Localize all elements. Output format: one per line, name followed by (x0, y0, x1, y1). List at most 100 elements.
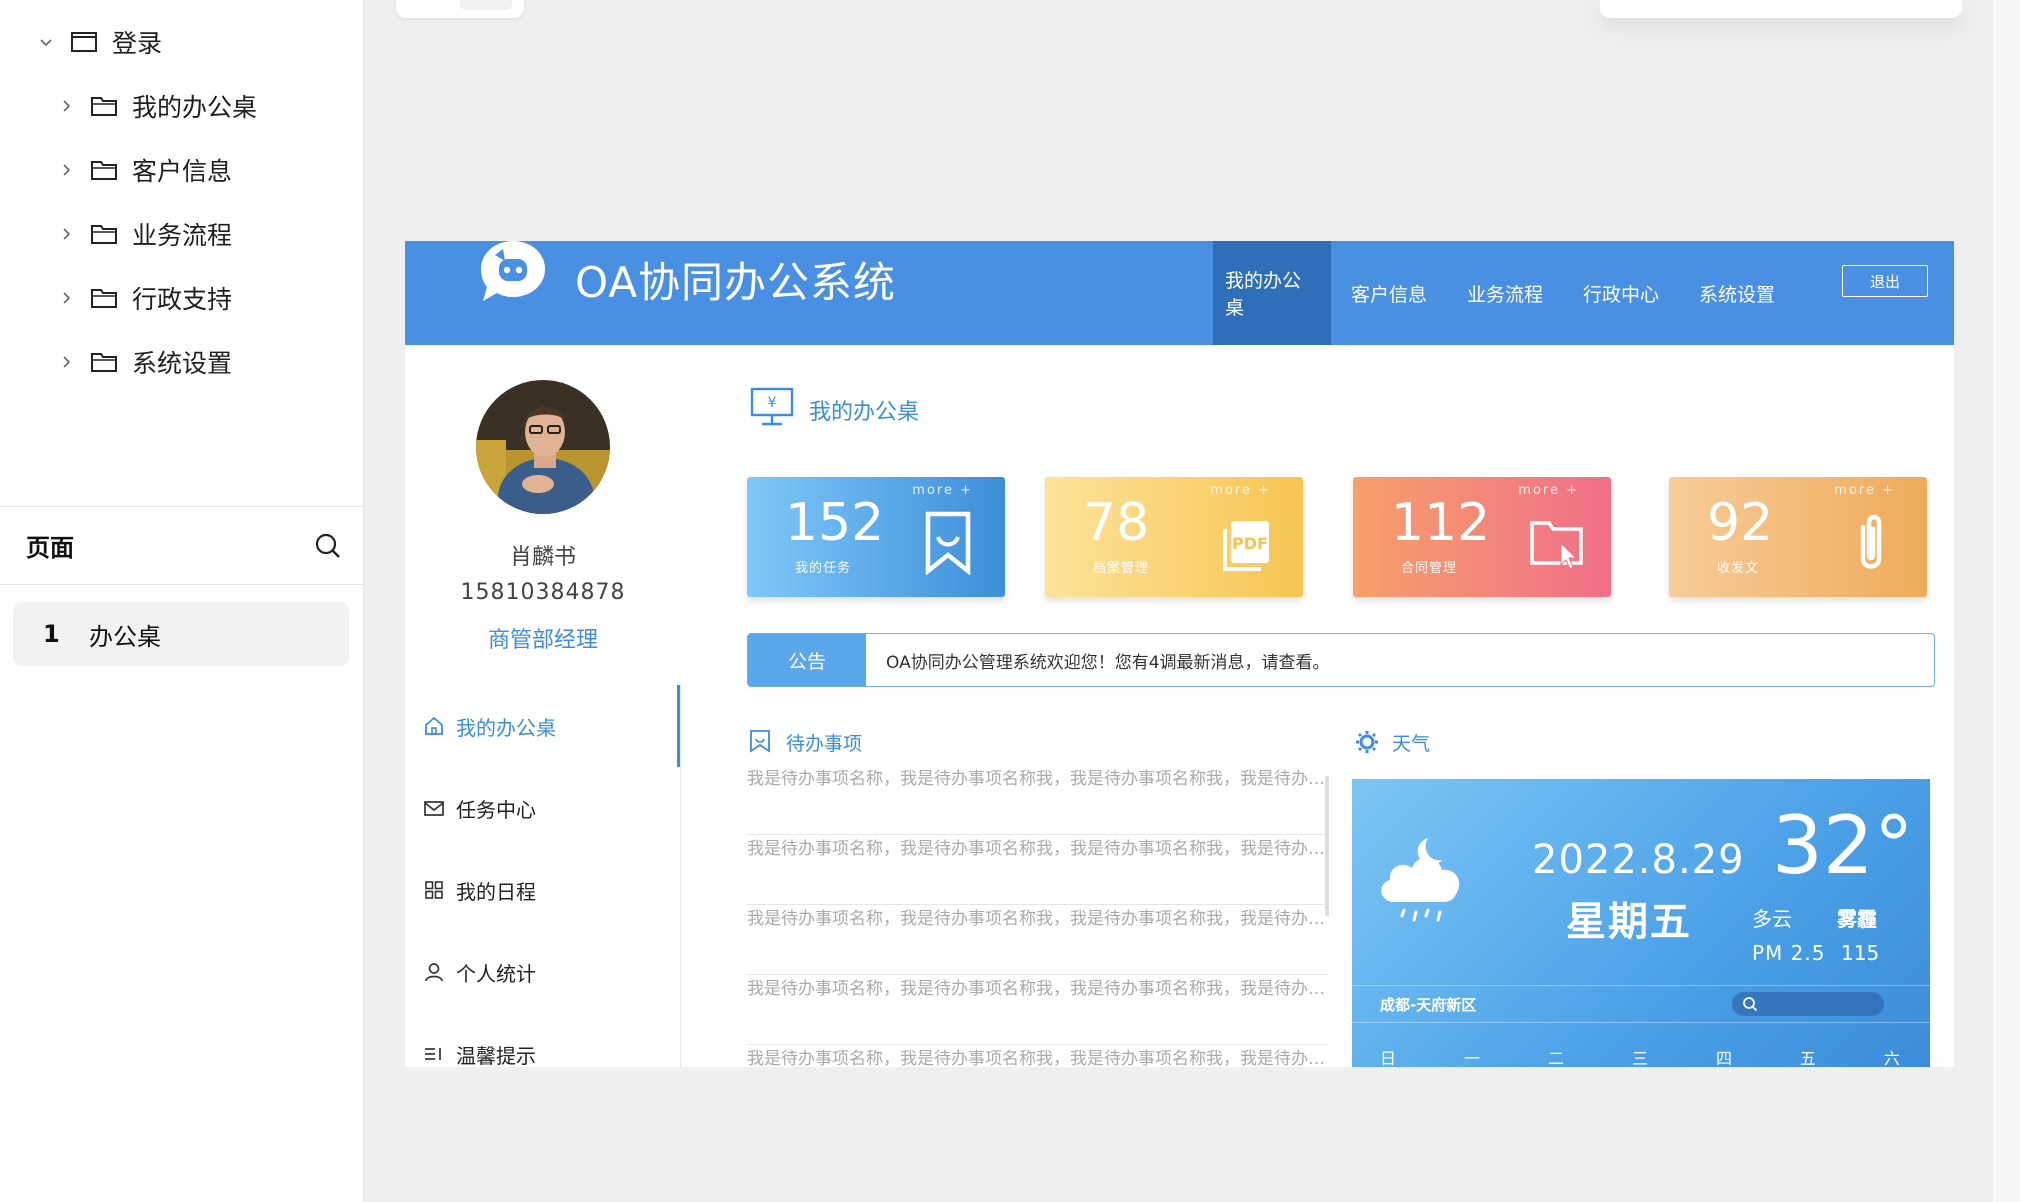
stat-label: 档案管理 (1093, 561, 1150, 576)
menu-item-stats[interactable]: 个人统计 (405, 931, 680, 1013)
chevron-right-icon[interactable] (56, 96, 76, 116)
chevron-down-icon[interactable] (36, 32, 56, 52)
location-search-input[interactable] (1732, 992, 1884, 1016)
app-header: OA协同办公系统 我的办公桌 客户信息 业务流程 行政中心 系统设置 退出 (405, 241, 1954, 345)
pdf-icon: PDF (1223, 521, 1269, 571)
tree-item-customer[interactable]: 客户信息 (56, 142, 232, 198)
menu-item-tips[interactable]: 温馨提示 (405, 1013, 680, 1067)
stat-card-documents[interactable]: more + 92 收发文 (1669, 477, 1927, 597)
stat-number: 92 (1707, 493, 1774, 553)
user-role: 商管部经理 (487, 628, 598, 653)
oa-desk-frame: OA协同办公系统 我的办公桌 客户信息 业务流程 行政中心 系统设置 退出 肖麟… (405, 241, 1954, 1067)
tree-item-label: 客户信息 (132, 157, 233, 186)
sun-gear-icon (1356, 731, 1378, 753)
chevron-right-icon[interactable] (56, 352, 76, 372)
section-title: 我的办公桌 (809, 400, 920, 425)
weekday-label: 三 (1631, 1049, 1648, 1067)
paperclip-icon (1860, 514, 1882, 569)
bookmark-icon (925, 511, 971, 575)
notice-text[interactable]: OA协同办公管理系统欢迎您！您有4调最新消息，请查看。 (886, 648, 1330, 673)
weather-condition: 多云 (1752, 907, 1792, 931)
nav-item-settings[interactable]: 系统设置 (1679, 241, 1795, 345)
more-link[interactable]: more + (1834, 483, 1895, 498)
folder-icon (91, 161, 117, 180)
top-nav: 我的办公桌 客户信息 业务流程 行政中心 系统设置 (1213, 241, 1795, 345)
weather-temperature: 32° (1772, 799, 1914, 892)
weather-date: 2022.8.29 (1532, 837, 1745, 883)
notice-bar: 公告 OA协同办公管理系统欢迎您！您有4调最新消息，请查看。 (747, 633, 1935, 687)
tree-item-admin[interactable]: 行政支持 (56, 270, 232, 326)
menu-item-label: 任务中心 (456, 797, 536, 822)
menu-item-label: 我的办公桌 (456, 715, 556, 740)
tree-item-workflow[interactable]: 业务流程 (56, 206, 232, 262)
canvas-card-partial (1600, 0, 1962, 18)
app-title: OA协同办公系统 (575, 258, 897, 307)
mail-icon (424, 801, 444, 816)
more-link[interactable]: more + (1210, 483, 1271, 498)
more-link[interactable]: more + (1518, 483, 1579, 498)
weather-card: 2022.8.29 星期五 32° 多云 雾霾 PM 2.5 115 成都-天府… (1352, 779, 1930, 1067)
frame-icon (71, 32, 97, 52)
nav-item-customer[interactable]: 客户信息 (1331, 241, 1447, 345)
todo-title: 待办事项 (786, 733, 863, 755)
user-name: 肖麟书 (509, 545, 576, 570)
weather-location: 成都-天府新区 (1380, 996, 1477, 1014)
pages-title: 页面 (26, 534, 74, 562)
tree-item-label: 业务流程 (132, 221, 233, 250)
menu-item-tasks[interactable]: 任务中心 (405, 767, 680, 849)
weekday-label: 二 (1547, 1049, 1564, 1067)
search-icon[interactable] (314, 532, 342, 560)
search-icon (1743, 997, 1758, 1012)
weekday-label: 四 (1715, 1049, 1732, 1067)
todo-item[interactable]: 我是待办事项名称，我是待办事项名称我，我是待办事项名称我，我是待办事项名称 (747, 975, 1327, 1045)
weather-weekday: 星期五 (1566, 899, 1692, 945)
robot-logo-icon (481, 241, 545, 301)
weather-title: 天气 (1392, 733, 1431, 755)
stat-card-tasks[interactable]: more + 152 我的任务 (747, 477, 1005, 597)
menu-item-schedule[interactable]: 我的日程 (405, 849, 680, 931)
weekday-label: 一 (1463, 1049, 1480, 1067)
todo-list: 我是待办事项名称，我是待办事项名称我，我是待办事项名称我，我是待办事项名称 我是… (747, 765, 1327, 1067)
more-link[interactable]: more + (912, 483, 973, 498)
todo-scrollbar[interactable] (1325, 776, 1329, 916)
menu-item-label: 温馨提示 (456, 1043, 536, 1068)
menu-item-label: 个人统计 (456, 961, 536, 986)
tree-item-desk[interactable]: 我的办公桌 (56, 78, 257, 134)
tree-item-root[interactable]: 登录 (36, 14, 162, 70)
user-icon (425, 963, 443, 982)
pm25-label: PM 2.5 (1752, 941, 1826, 965)
page-list-item[interactable]: 1 办公桌 (13, 602, 349, 666)
weekday-label: 五 (1799, 1049, 1816, 1067)
logout-button[interactable]: 退出 (1842, 265, 1928, 297)
todo-item[interactable]: 我是待办事项名称，我是待办事项名称我，我是待办事项名称我，我是待办事项名称 (747, 905, 1327, 975)
todo-item[interactable]: 我是待办事项名称，我是待办事项名称我，我是待办事项名称我，我是待办事项名称 (747, 1045, 1327, 1067)
stat-label: 合同管理 (1401, 561, 1458, 576)
stat-card-archives[interactable]: more + 78 档案管理 PDF (1045, 477, 1303, 597)
user-phone: 15810384878 (460, 580, 626, 605)
chevron-right-icon[interactable] (56, 288, 76, 308)
side-menu: 我的办公桌 任务中心 我的日程 个人统计 温馨提示 (405, 685, 681, 1067)
todo-item[interactable]: 我是待办事项名称，我是待办事项名称我，我是待办事项名称我，我是待办事项名称 (747, 765, 1327, 835)
stat-number: 152 (785, 493, 885, 553)
nav-item-workflow[interactable]: 业务流程 (1447, 241, 1563, 345)
menu-item-desk[interactable]: 我的办公桌 (405, 685, 680, 767)
page-label: 办公桌 (89, 622, 161, 651)
folder-icon (91, 289, 117, 308)
stat-label: 收发文 (1717, 561, 1760, 576)
bookmark-icon (750, 730, 770, 753)
avatar (476, 380, 610, 514)
stat-number: 112 (1391, 493, 1491, 553)
nav-item-admin[interactable]: 行政中心 (1563, 241, 1679, 345)
todo-item[interactable]: 我是待办事项名称，我是待办事项名称我，我是待办事项名称我，我是待办事项名称 (747, 835, 1327, 905)
stat-label: 我的任务 (795, 561, 852, 576)
page-number: 1 (43, 620, 60, 648)
tree-item-settings[interactable]: 系统设置 (56, 334, 232, 390)
weather-location-bar: 成都-天府新区 (1352, 985, 1930, 1023)
chevron-right-icon[interactable] (56, 224, 76, 244)
pm25-value: 115 (1841, 941, 1880, 965)
folder-icon (91, 225, 117, 244)
home-icon (425, 716, 443, 735)
nav-item-desk[interactable]: 我的办公桌 (1213, 241, 1331, 345)
stat-card-contracts[interactable]: more + 112 合同管理 (1353, 477, 1611, 597)
chevron-right-icon[interactable] (56, 160, 76, 180)
